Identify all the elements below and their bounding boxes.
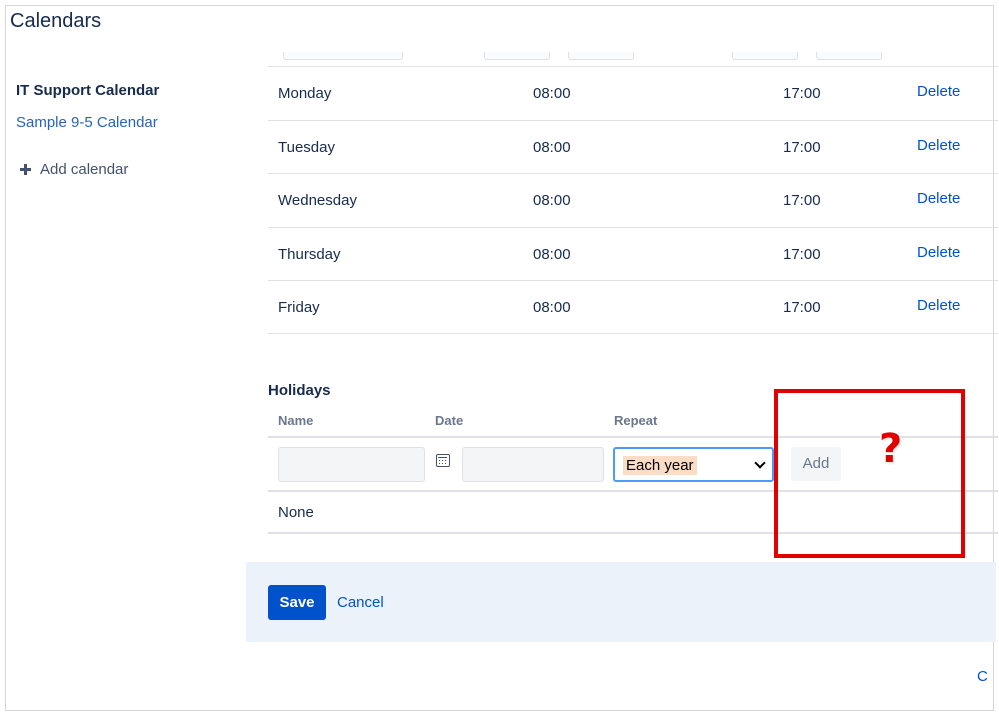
column-header-date: Date: [435, 413, 463, 428]
repeat-select[interactable]: Each year: [613, 447, 774, 482]
corner-link[interactable]: C: [977, 668, 988, 685]
plus-icon: [20, 164, 31, 175]
repeat-select-value: Each year: [623, 456, 697, 475]
end-time-cell: 17:00: [783, 139, 821, 156]
table-row: Friday 08:00 17:00 Delete: [268, 280, 998, 334]
cancel-button[interactable]: Cancel: [337, 594, 384, 611]
sidebar-item-sample-calendar[interactable]: Sample 9-5 Calendar: [16, 114, 236, 131]
delete-link[interactable]: Delete: [917, 297, 960, 314]
day-select-partial[interactable]: [283, 52, 403, 60]
start-time-cell: 08:00: [533, 299, 571, 316]
table-row: Thursday 08:00 17:00 Delete: [268, 227, 998, 281]
day-cell: Wednesday: [278, 192, 357, 209]
start-time-cell: 08:00: [533, 192, 571, 209]
empty-holidays-text: None: [278, 504, 314, 521]
end-time-cell: 17:00: [783, 246, 821, 263]
page-title: Calendars: [10, 10, 101, 33]
calendar-icon[interactable]: [436, 454, 450, 467]
add-calendar-label: Add calendar: [40, 161, 128, 178]
column-header-repeat: Repeat: [614, 413, 657, 428]
start-time-cell: 08:00: [533, 139, 571, 156]
holidays-heading: Holidays: [268, 382, 331, 399]
table-row: Tuesday 08:00 17:00 Delete: [268, 120, 998, 174]
start-time-cell: 08:00: [533, 85, 571, 102]
day-cell: Thursday: [278, 246, 341, 263]
table-row: Monday 08:00 17:00 Delete: [268, 66, 998, 120]
delete-link[interactable]: Delete: [917, 83, 960, 100]
chevron-down-icon: [754, 457, 765, 468]
holiday-date-input[interactable]: [462, 447, 604, 482]
column-header-name: Name: [278, 413, 313, 428]
start-minute-partial[interactable]: [568, 52, 634, 60]
add-calendar-button[interactable]: Add calendar: [16, 161, 236, 178]
question-mark-annotation: ?: [879, 426, 902, 472]
start-time-cell: 08:00: [533, 246, 571, 263]
form-footer: Save Cancel: [246, 562, 996, 642]
day-cell: Tuesday: [278, 139, 335, 156]
day-cell: Monday: [278, 85, 331, 102]
end-hour-partial[interactable]: [732, 52, 798, 60]
end-time-cell: 17:00: [783, 85, 821, 102]
start-hour-partial[interactable]: [484, 52, 550, 60]
annotation-highlight-box: [774, 389, 965, 558]
save-button[interactable]: Save: [268, 585, 326, 620]
delete-link[interactable]: Delete: [917, 190, 960, 207]
delete-link[interactable]: Delete: [917, 244, 960, 261]
end-time-cell: 17:00: [783, 192, 821, 209]
calendar-sidebar: IT Support Calendar Sample 9-5 Calendar …: [16, 82, 236, 178]
table-row: Wednesday 08:00 17:00 Delete: [268, 173, 998, 227]
delete-link[interactable]: Delete: [917, 137, 960, 154]
sidebar-item-it-support-calendar[interactable]: IT Support Calendar: [16, 82, 236, 99]
end-time-cell: 17:00: [783, 299, 821, 316]
holiday-name-input[interactable]: [278, 447, 425, 482]
end-minute-partial[interactable]: [816, 52, 882, 60]
day-cell: Friday: [278, 299, 320, 316]
working-hours-table: Monday 08:00 17:00 Delete Tuesday 08:00 …: [268, 66, 998, 334]
